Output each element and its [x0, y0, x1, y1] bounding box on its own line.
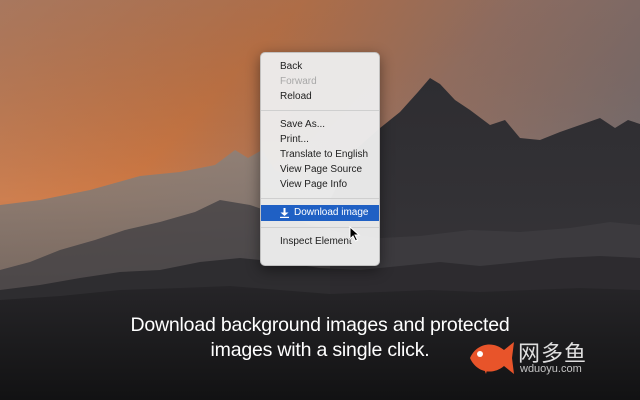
menu-item-download-image[interactable]: Download image [261, 205, 379, 221]
menu-item-label: Save As... [280, 119, 326, 130]
menu-item-label: View Page Info [280, 179, 348, 190]
menu-item-label: Print... [280, 134, 309, 145]
menu-item-label: Inspect Element [280, 236, 352, 247]
menu-item-print[interactable]: Print... [261, 132, 379, 147]
watermark: 网多鱼 wduoyu.com [462, 334, 632, 384]
menu-item-translate[interactable]: Translate to English [261, 147, 379, 162]
mouse-pointer-icon [349, 225, 361, 242]
menu-item-label: Reload [280, 91, 312, 102]
fish-logo-icon [470, 342, 514, 374]
menu-item-reload[interactable]: Reload [261, 89, 379, 104]
menu-item-inspect-element[interactable]: Inspect Element [261, 234, 379, 249]
menu-item-forward: Forward [261, 74, 379, 89]
menu-item-view-page-info[interactable]: View Page Info [261, 177, 379, 192]
menu-item-label: View Page Source [280, 164, 363, 175]
context-menu: Back Forward Reload Save As... Print... … [260, 52, 380, 266]
download-icon [280, 208, 289, 218]
menu-separator [261, 227, 379, 228]
menu-separator [261, 110, 379, 111]
menu-item-save-as[interactable]: Save As... [261, 117, 379, 132]
menu-item-view-page-source[interactable]: View Page Source [261, 162, 379, 177]
watermark-url: wduoyu.com [520, 363, 582, 375]
menu-item-label: Forward [280, 76, 317, 87]
menu-item-back[interactable]: Back [261, 59, 379, 74]
menu-item-label: Translate to English [280, 149, 369, 160]
menu-item-label: Download image [294, 207, 369, 218]
menu-item-label: Back [280, 61, 303, 72]
menu-separator [261, 198, 379, 199]
